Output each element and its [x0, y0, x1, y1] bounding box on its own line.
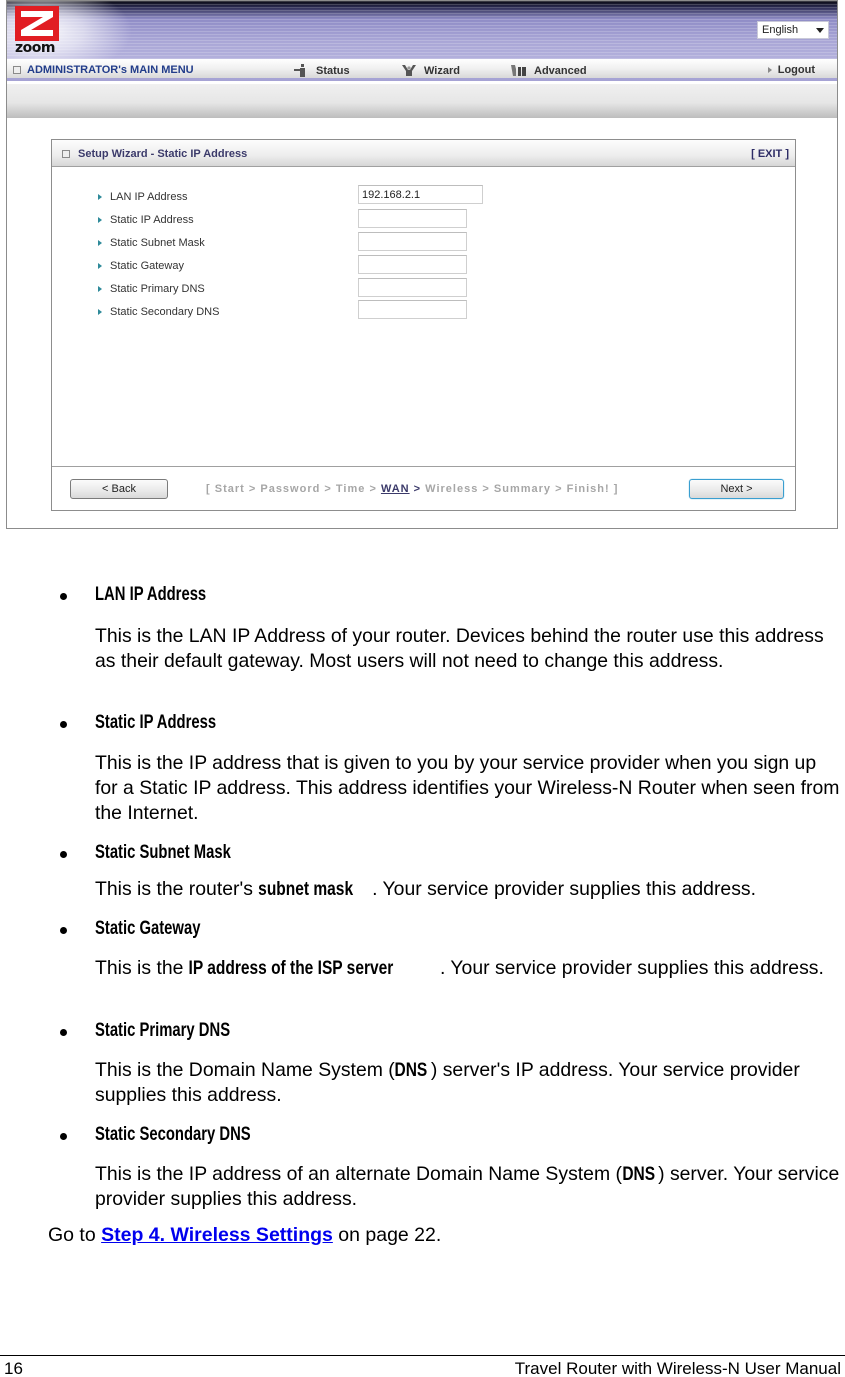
caret-right-icon: [98, 309, 102, 315]
step-finish: Finish!: [566, 483, 610, 495]
field-lan-ip: LAN IP Address: [98, 187, 187, 207]
page-number: 16: [4, 1359, 23, 1377]
field-label: Static Primary DNS: [110, 283, 205, 295]
step-wireless: Wireless: [425, 483, 479, 495]
main-menu-bar: ADMINISTRATOR's MAIN MENU Status Wizard: [7, 59, 837, 81]
panel-title: Setup Wizard - Static IP Address: [78, 148, 248, 160]
step-password: Password: [260, 483, 321, 495]
caret-right-icon: [98, 240, 102, 246]
item-title-secondary-dns: Static Secondary DNS: [95, 1124, 251, 1145]
item-text-gateway: This is the IP address of the ISP server…: [95, 957, 824, 979]
field-label: LAN IP Address: [110, 191, 188, 203]
bullet-icon: [60, 851, 67, 858]
item-text-lan-ip: This is the LAN IP Address of your route…: [95, 625, 824, 672]
menu-logout[interactable]: Logout: [767, 64, 815, 76]
manual-title: Travel Router with Wireless-N User Manua…: [514, 1359, 841, 1377]
router-screenshot: zoom English ADMINISTRATOR's MAIN MENU S…: [6, 0, 838, 529]
wizard-steps-breadcrumb: [ Start > Password > Time > WAN > Wirele…: [206, 483, 619, 495]
zoom-z-icon: [15, 6, 59, 41]
lan-ip-input[interactable]: [358, 185, 483, 204]
field-static-ip: Static IP Address: [98, 210, 194, 230]
square-icon: [13, 66, 21, 74]
caret-right-icon: [98, 194, 102, 200]
secondary-dns-input[interactable]: [358, 300, 467, 319]
setup-wizard-panel: Setup Wizard - Static IP Address [ EXIT …: [51, 139, 796, 511]
item-title-subnet-mask: Static Subnet Mask: [95, 842, 231, 863]
caret-right-icon: [98, 286, 102, 292]
item-text-subnet-mask: This is the router's subnet mask. Your s…: [95, 878, 757, 900]
next-button[interactable]: Next >: [689, 479, 784, 499]
menu-wizard[interactable]: Wizard: [400, 64, 460, 77]
menu-status[interactable]: Status: [292, 64, 350, 77]
advanced-tools-icon: [511, 65, 526, 76]
panel-header: Setup Wizard - Static IP Address [ EXIT …: [52, 140, 795, 167]
bullet-icon: [60, 1133, 67, 1140]
field-label: Static Secondary DNS: [110, 306, 220, 318]
primary-dns-input[interactable]: [358, 278, 467, 297]
step-time: Time: [335, 483, 366, 495]
caret-right-icon: [98, 263, 102, 269]
caret-right-icon: [98, 217, 102, 223]
chevron-down-icon: [816, 28, 824, 33]
field-gateway: Static Gateway: [98, 256, 184, 276]
language-select[interactable]: English: [757, 21, 829, 39]
item-text-primary-dns: This is the Domain Name System (DNS) ser…: [95, 1059, 800, 1106]
field-secondary-dns: Static Secondary DNS: [98, 302, 219, 322]
admin-main-menu[interactable]: ADMINISTRATOR's MAIN MENU: [13, 64, 194, 76]
item-title-static-ip: Static IP Address: [95, 712, 217, 733]
subnet-mask-input[interactable]: [358, 232, 467, 251]
bullet-icon: [60, 593, 67, 600]
zoom-logo: zoom: [11, 6, 67, 56]
back-button[interactable]: < Back: [70, 479, 168, 499]
square-icon: [62, 150, 70, 158]
field-primary-dns: Static Primary DNS: [98, 279, 205, 299]
item-title-lan-ip: LAN IP Address: [95, 584, 207, 605]
wizard-icon: [402, 65, 416, 76]
field-label: Static Subnet Mask: [110, 237, 205, 249]
sub-header-bar: [7, 84, 837, 118]
item-text-secondary-dns: This is the IP address of an alternate D…: [95, 1163, 840, 1210]
item-title-gateway: Static Gateway: [95, 918, 201, 939]
wireless-settings-link[interactable]: Step 4. Wireless Settings: [101, 1224, 333, 1246]
language-value: English: [762, 24, 799, 36]
brand-name: zoom: [15, 40, 55, 56]
static-ip-input[interactable]: [358, 209, 467, 228]
item-title-primary-dns: Static Primary DNS: [95, 1020, 231, 1041]
field-subnet-mask: Static Subnet Mask: [98, 233, 205, 253]
bullet-icon: [60, 1029, 67, 1036]
item-text-static-ip: This is the IP address that is given to …: [95, 752, 840, 824]
exit-link[interactable]: [ EXIT ]: [751, 148, 789, 160]
field-label: Static Gateway: [110, 260, 184, 272]
step-summary: Summary: [493, 483, 552, 495]
field-label: Static IP Address: [110, 214, 194, 226]
footer-divider: [0, 1355, 845, 1356]
step-start: Start: [214, 483, 245, 495]
goto-line: Go to Step 4. Wireless Settings on page …: [48, 1224, 442, 1246]
panel-footer: < Back [ Start > Password > Time > WAN >…: [52, 466, 795, 510]
status-person-icon: [294, 64, 305, 77]
step-wan-current: WAN: [380, 483, 410, 495]
gateway-input[interactable]: [358, 255, 467, 274]
menu-advanced[interactable]: Advanced: [510, 64, 587, 77]
bullet-icon: [60, 927, 67, 934]
bullet-icon: [60, 721, 67, 728]
caret-right-icon: [767, 67, 772, 73]
